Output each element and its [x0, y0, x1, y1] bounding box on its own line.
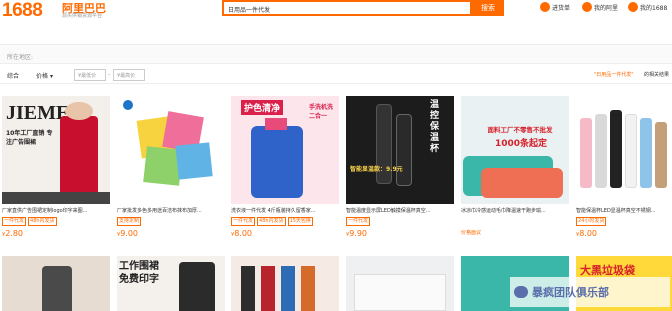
product-card[interactable]: [346, 256, 454, 311]
product-card[interactable]: 温控保温杯 智能显温款：9.9元 智能温度显示屏LED触摸保温杯真空... 一件…: [346, 96, 454, 238]
price-separator: -: [108, 71, 111, 78]
home-icon: [628, 2, 638, 12]
product-title[interactable]: 冰凉巾冷感运动毛巾降温速干跑步瑜...: [461, 207, 569, 215]
product-card[interactable]: 护色清净 手洗机洗 二合一 洗衣液一件代发 4斤瓶装持久留香家... 一件代发 4…: [231, 96, 339, 238]
search-button[interactable]: 搜索: [472, 0, 504, 16]
product-image[interactable]: [2, 256, 110, 311]
product-price: 价格面议: [461, 230, 482, 236]
product-image[interactable]: JIEMEI 10年工厂直销 专注广告围裙: [2, 96, 110, 204]
product-price: ¥9.00: [117, 229, 138, 238]
my-alibaba-link[interactable]: 我的阿里: [582, 2, 618, 12]
product-title[interactable]: 洗衣液一件代发 4斤瓶装持久留香家...: [231, 207, 339, 215]
filter-bar: [0, 44, 672, 64]
cart-link[interactable]: 进货单: [540, 2, 570, 12]
product-title[interactable]: 智能温度显示屏LED触摸保温杯真空...: [346, 207, 454, 215]
search-input[interactable]: 日用品一件代发: [222, 0, 472, 16]
sort-comprehensive[interactable]: 综合: [7, 71, 19, 80]
site-logo[interactable]: 1688: [2, 0, 43, 22]
model-face: [65, 102, 93, 120]
product-image[interactable]: 面料工厂不零售不批发 1000条起定: [461, 96, 569, 204]
area-filter-label[interactable]: 所在地区:: [7, 52, 33, 61]
detergent-bottle: [251, 126, 303, 198]
product-price: ¥8.00: [576, 229, 597, 238]
product-title[interactable]: 智能保温杯LED显温杯真空不锈钢...: [576, 207, 672, 215]
my-1688-link[interactable]: 我的1688: [628, 2, 667, 12]
product-title[interactable]: 厂家批发多色多用途百洁布抹布加厚...: [117, 207, 225, 215]
product-price: ¥8.00: [231, 229, 252, 238]
user-icon: [582, 2, 592, 12]
product-card[interactable]: 面料工厂不零售不批发 1000条起定 冰凉巾冷感运动毛巾降温速干跑步瑜... 价…: [461, 96, 569, 236]
sort-price[interactable]: 价格 ▾: [36, 71, 53, 80]
product-card[interactable]: [231, 256, 339, 311]
product-image[interactable]: 护色清净 手洗机洗 二合一: [231, 96, 339, 204]
product-title[interactable]: 厂家直供广告围裙定制logo印字来图...: [2, 207, 110, 215]
price-max-input[interactable]: ¥最高价: [113, 69, 145, 81]
brand-slogan: 源头供销货源平台: [62, 13, 103, 19]
search-keyword: "日用品一件代发": [594, 72, 634, 78]
tag: 15天包换: [287, 217, 313, 226]
brand-logo-icon: [123, 100, 133, 110]
product-price: ¥9.90: [346, 229, 367, 238]
search-keyword-suffix: 的相关结果: [644, 72, 670, 78]
tag: 支持定制: [117, 217, 142, 226]
tag: 48h内发货: [28, 217, 57, 226]
product-image[interactable]: [346, 256, 454, 311]
product-card[interactable]: 智能保温杯LED显温杯真空不锈钢... 24小时发货 ¥8.00: [576, 96, 672, 238]
tag: 一件代发: [346, 217, 371, 226]
top-bar: 1688 阿里巴巴 源头供销货源平台 日用品一件代发 搜索 进货单 我的阿里 我…: [0, 0, 672, 28]
price-min-input[interactable]: ¥最低价: [74, 69, 106, 81]
tag: 24小时发货: [576, 217, 607, 226]
cart-icon: [540, 2, 550, 12]
product-card[interactable]: [2, 256, 110, 311]
tag: 48h内发货: [257, 217, 286, 226]
product-card[interactable]: JIEMEI 10年工厂直销 专注广告围裙 厂家直供广告围裙定制logo印字来图…: [2, 96, 110, 238]
wechat-icon: [514, 286, 528, 298]
product-image[interactable]: [231, 256, 339, 311]
apron-graphic: [60, 116, 98, 196]
chevron-down-icon: ▾: [49, 73, 53, 80]
product-image[interactable]: [117, 96, 225, 204]
watermark: 暴疯团队俱乐部: [510, 277, 670, 307]
product-image[interactable]: 温控保温杯 智能显温款：9.9元: [346, 96, 454, 204]
tag: 一件代发: [231, 217, 256, 226]
product-image[interactable]: [576, 96, 672, 204]
product-card[interactable]: 工作围裙 免费印字: [117, 256, 225, 311]
tag: 一件代发: [2, 217, 27, 226]
product-price: ¥2.80: [2, 229, 23, 238]
product-card[interactable]: 厂家批发多色多用途百洁布抹布加厚... 支持定制 ¥9.00: [117, 96, 225, 238]
product-image[interactable]: 工作围裙 免费印字: [117, 256, 225, 311]
